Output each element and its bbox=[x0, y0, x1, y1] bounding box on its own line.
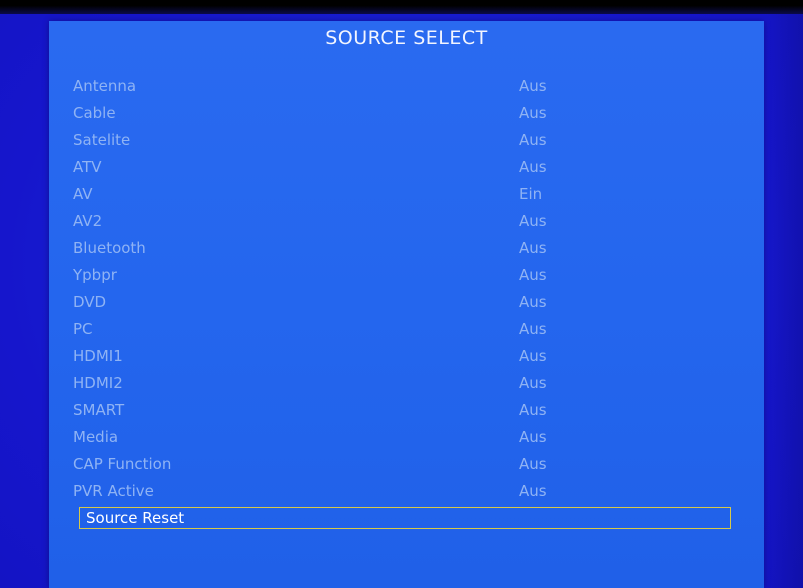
menu-item-av2[interactable]: AV2 Aus bbox=[73, 208, 733, 234]
menu-item-label: ATV bbox=[73, 158, 102, 176]
menu-item-value: Aus bbox=[519, 77, 547, 95]
menu-item-value: Aus bbox=[519, 131, 547, 149]
menu-item-value: Aus bbox=[519, 401, 547, 419]
menu-item-label: PC bbox=[73, 320, 93, 338]
menu-title: SOURCE SELECT bbox=[325, 27, 488, 49]
menu-item-hdmi2[interactable]: HDMI2 Aus bbox=[73, 370, 733, 396]
menu-item-value: Aus bbox=[519, 104, 547, 122]
menu-item-label: SMART bbox=[73, 401, 125, 419]
menu-item-antenna[interactable]: Antenna Aus bbox=[73, 73, 733, 99]
menu-item-label: Satelite bbox=[73, 131, 131, 149]
menu-item-label: CAP Function bbox=[73, 455, 172, 473]
menu-item-ypbpr[interactable]: Ypbpr Aus bbox=[73, 262, 733, 288]
menu-item-value: Aus bbox=[519, 266, 547, 284]
menu-item-label: Cable bbox=[73, 104, 116, 122]
source-select-menu: SOURCE SELECT Antenna Aus Cable Aus Sate… bbox=[49, 21, 764, 588]
menu-item-value: Aus bbox=[519, 212, 547, 230]
menu-item-atv[interactable]: ATV Aus bbox=[73, 154, 733, 180]
menu-item-label: Antenna bbox=[73, 77, 137, 95]
menu-item-label: HDMI1 bbox=[73, 347, 123, 365]
menu-item-value: Aus bbox=[519, 374, 547, 392]
menu-item-pvr-active[interactable]: PVR Active Aus bbox=[73, 478, 733, 504]
menu-item-label: Ypbpr bbox=[73, 266, 117, 284]
menu-item-value: Aus bbox=[519, 320, 547, 338]
menu-item-dvd[interactable]: DVD Aus bbox=[73, 289, 733, 315]
menu-item-bluetooth[interactable]: Bluetooth Aus bbox=[73, 235, 733, 261]
menu-item-pc[interactable]: PC Aus bbox=[73, 316, 733, 342]
menu-item-smart[interactable]: SMART Aus bbox=[73, 397, 733, 423]
menu-item-value: Aus bbox=[519, 239, 547, 257]
menu-item-value: Aus bbox=[519, 455, 547, 473]
menu-item-label: DVD bbox=[73, 293, 107, 311]
menu-item-value: Aus bbox=[519, 347, 547, 365]
menu-item-value: Aus bbox=[519, 158, 547, 176]
menu-item-value: Aus bbox=[519, 428, 547, 446]
menu-item-cap-function[interactable]: CAP Function Aus bbox=[73, 451, 733, 477]
menu-item-hdmi1[interactable]: HDMI1 Aus bbox=[73, 343, 733, 369]
tv-screen: SOURCE SELECT Antenna Aus Cable Aus Sate… bbox=[0, 0, 803, 588]
menu-item-satelite[interactable]: Satelite Aus bbox=[73, 127, 733, 153]
screen-shadow bbox=[763, 14, 803, 588]
menu-item-cable[interactable]: Cable Aus bbox=[73, 100, 733, 126]
menu-item-value: Ein bbox=[519, 185, 543, 203]
menu-item-av[interactable]: AV Ein bbox=[73, 181, 733, 207]
menu-item-label: Bluetooth bbox=[73, 239, 146, 257]
menu-item-source-reset-selected[interactable]: Source Reset bbox=[79, 507, 731, 529]
menu-item-value: Aus bbox=[519, 293, 547, 311]
tv-bezel bbox=[0, 0, 803, 14]
menu-item-value: Aus bbox=[519, 482, 547, 500]
menu-item-media[interactable]: Media Aus bbox=[73, 424, 733, 450]
menu-item-label: HDMI2 bbox=[73, 374, 123, 392]
menu-item-label: Source Reset bbox=[86, 509, 185, 527]
menu-item-label: AV2 bbox=[73, 212, 103, 230]
menu-item-label: Media bbox=[73, 428, 119, 446]
menu-item-label: AV bbox=[73, 185, 93, 203]
menu-item-label: PVR Active bbox=[73, 482, 154, 500]
